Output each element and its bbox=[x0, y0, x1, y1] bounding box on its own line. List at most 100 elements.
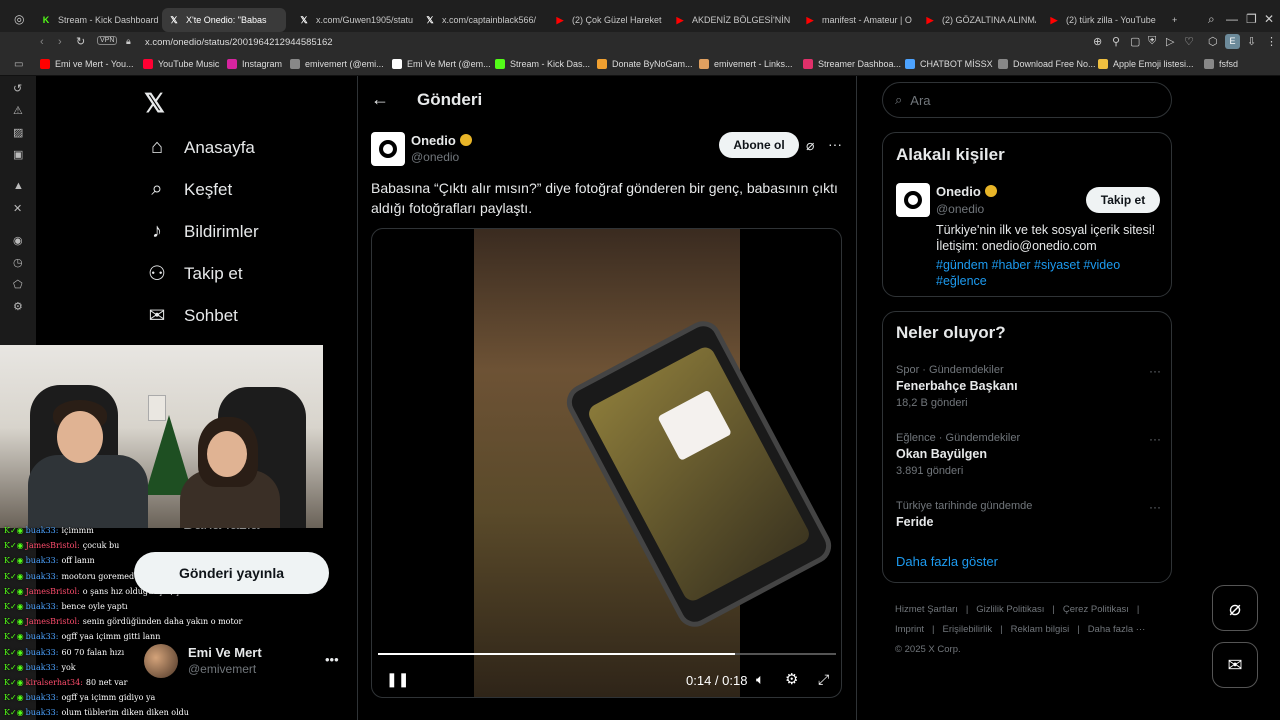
x-logo-icon[interactable]: 𝕏 bbox=[144, 88, 165, 119]
tab[interactable]: ▶ (2) GÖZALTINA ALINMA bbox=[918, 8, 1036, 32]
bookmark-item[interactable]: Donate ByNoGam... bbox=[597, 59, 693, 69]
close-window-icon[interactable]: ✕ bbox=[1264, 12, 1274, 26]
tab[interactable]: 𝕏x.com/captainblack566/ bbox=[418, 8, 542, 32]
sidebar-toggle-icon[interactable]: ▭ bbox=[14, 59, 23, 70]
tool-icon[interactable]: ⚠ bbox=[13, 104, 23, 117]
messages-fab-icon[interactable]: ✉ bbox=[1212, 642, 1258, 688]
pin-icon[interactable]: ⚲ bbox=[1112, 35, 1120, 48]
trend-more-icon[interactable]: ··· bbox=[1149, 364, 1161, 378]
tab[interactable]: ▶ (2) Çok Güzel Hareketle bbox=[548, 8, 662, 32]
bookmark-item[interactable]: fsfsd bbox=[1204, 59, 1238, 69]
clock-icon[interactable]: ◷ bbox=[13, 256, 23, 269]
back-icon[interactable]: ‹ bbox=[40, 36, 44, 48]
volume-icon[interactable]: 🔈︎ bbox=[756, 671, 764, 688]
bookmark-item[interactable]: Apple Emoji listesi... bbox=[1098, 59, 1194, 69]
footer-link[interactable]: Çerez Politikası bbox=[1063, 604, 1129, 615]
bookmark-item[interactable]: Stream - Kick Das... bbox=[495, 59, 590, 69]
heart-icon[interactable]: ♡ bbox=[1184, 35, 1194, 48]
tab[interactable]: ▶ manifest - Amateur | Off bbox=[798, 8, 912, 32]
author-avatar[interactable] bbox=[371, 132, 405, 166]
play-icon[interactable]: ▷ bbox=[1166, 35, 1174, 48]
bookmark-item[interactable]: emivemert - Links... bbox=[699, 59, 793, 69]
nav-item[interactable]: ⌕ Keşfet bbox=[144, 178, 232, 201]
footer-link[interactable]: Erişilebilirlik bbox=[943, 624, 993, 635]
vpn-badge[interactable]: VPN bbox=[97, 36, 118, 45]
notes-icon[interactable]: ▨ bbox=[13, 126, 23, 139]
browser-menu-icon[interactable]: ◎ bbox=[14, 12, 24, 26]
account-more-icon[interactable]: ••• bbox=[325, 652, 339, 667]
history-icon[interactable]: ↺ bbox=[13, 82, 22, 95]
video-settings-icon[interactable]: ⚙ bbox=[785, 670, 798, 688]
search-tabs-icon[interactable]: ⌕ bbox=[1208, 12, 1215, 27]
footer-link[interactable]: Daha fazla ··· bbox=[1088, 624, 1146, 635]
author-name-text[interactable]: Onedio bbox=[411, 133, 456, 148]
grok-icon[interactable]: ⌀ bbox=[806, 137, 814, 154]
video-progress-bar[interactable] bbox=[378, 653, 836, 655]
related-handle[interactable]: @onedio bbox=[936, 202, 984, 216]
post-button[interactable]: Gönderi yayınla bbox=[134, 552, 329, 594]
nav-item[interactable]: ⚇ Takip et bbox=[144, 261, 243, 286]
maximize-icon[interactable]: ❐ bbox=[1246, 12, 1257, 26]
nav-item[interactable]: ⌂ Anasayfa bbox=[144, 136, 255, 159]
puzzle-icon[interactable]: ⬠ bbox=[13, 278, 23, 291]
reload-icon[interactable]: ↻ bbox=[76, 35, 85, 48]
tab[interactable]: 𝕏 X'te Onedio: "Babas bbox=[162, 8, 286, 32]
author-handle[interactable]: @onedio bbox=[411, 150, 459, 164]
new-tab-button[interactable]: + bbox=[1166, 8, 1177, 32]
bookmark-item[interactable]: Emi ve Mert - You... bbox=[40, 59, 134, 69]
shield-icon[interactable]: ⛨ bbox=[1148, 35, 1156, 48]
trend-more-icon[interactable]: ··· bbox=[1149, 500, 1161, 514]
nav-item[interactable]: ✉ Sohbet bbox=[144, 303, 238, 328]
search-input[interactable]: ⌕ Ara bbox=[882, 82, 1172, 118]
tab[interactable]: 𝕏x.com/Guwen1905/statu bbox=[292, 8, 414, 32]
bookmark-item[interactable]: Emi Ve Mert (@em... bbox=[392, 59, 491, 69]
back-arrow-icon[interactable]: ← bbox=[371, 89, 389, 110]
footer-link[interactable]: Imprint bbox=[895, 624, 924, 635]
trend-more-icon[interactable]: ··· bbox=[1149, 432, 1161, 446]
tab[interactable]: K Stream - Kick Dashboard bbox=[34, 8, 158, 32]
footer-link[interactable]: Gizlilik Politikası bbox=[976, 604, 1044, 615]
bookmark-item[interactable]: YouTube Music bbox=[143, 59, 219, 69]
account-avatar[interactable] bbox=[144, 644, 178, 678]
browser-menu-dots-icon[interactable]: ⋮ bbox=[1266, 35, 1277, 48]
extensions-icon[interactable]: ⬡ bbox=[1208, 35, 1218, 48]
zoom-icon[interactable]: ⊕ bbox=[1093, 35, 1102, 48]
bookmark-item[interactable]: Instagram bbox=[227, 59, 282, 69]
bookmark-item[interactable]: CHATBOT MİSSX bbox=[905, 59, 993, 69]
related-name[interactable]: Onedio bbox=[936, 184, 997, 199]
more-options-icon[interactable]: ··· bbox=[828, 136, 842, 152]
pause-icon[interactable]: ❚❚ bbox=[386, 671, 409, 688]
trend-item[interactable]: Eğlence · Gündemdekiler Okan Bayülgen 3.89… bbox=[896, 432, 1161, 477]
nav-item[interactable]: ♪ Bildirimler bbox=[144, 220, 259, 243]
subscribe-button[interactable]: Abone ol bbox=[719, 132, 799, 158]
record-icon[interactable]: ◉ bbox=[13, 234, 23, 247]
footer-link[interactable]: © 2025 X Corp. bbox=[895, 644, 961, 655]
bookmark-item[interactable]: Streamer Dashboa... bbox=[803, 59, 901, 69]
forward-icon[interactable]: › bbox=[58, 36, 62, 48]
video-player[interactable]: ❚❚ 0:14 / 0:18 🔈︎ ⚙ ⤢ bbox=[371, 228, 842, 698]
bookmark-item[interactable]: emivemert (@emi... bbox=[290, 59, 384, 69]
tab[interactable]: ▶ AKDENİZ BÖLGESİ'NİN E bbox=[668, 8, 792, 32]
show-more-link[interactable]: Daha fazla göster bbox=[896, 554, 998, 569]
url-field[interactable]: x.com/onedio/status/2001964212944585162 bbox=[145, 37, 333, 48]
footer-link[interactable]: Hizmet Şartları bbox=[895, 604, 958, 615]
bookmark-item[interactable]: Download Free No... bbox=[998, 59, 1096, 69]
related-hashtags[interactable]: #gündem #haber #siyaset #video #eğlence bbox=[936, 257, 1161, 289]
snapshot-icon[interactable]: ▢ bbox=[1130, 35, 1140, 48]
fullscreen-icon[interactable]: ⤢ bbox=[818, 671, 829, 688]
minimize-icon[interactable]: — bbox=[1226, 12, 1238, 26]
mail-app-icon[interactable]: ▣ bbox=[13, 148, 23, 161]
tab[interactable]: ▶ (2) türk zilla - YouTube bbox=[1042, 8, 1162, 32]
trend-item[interactable]: Spor · Gündemdekiler Fenerbahçe Başkanı 18… bbox=[896, 364, 1161, 409]
related-name-text[interactable]: Onedio bbox=[936, 184, 981, 199]
video-frame[interactable] bbox=[474, 229, 838, 697]
follow-button[interactable]: Takip et bbox=[1086, 187, 1160, 213]
author-name[interactable]: Onedio bbox=[411, 133, 472, 148]
download-icon[interactable]: ⇩ bbox=[1247, 35, 1256, 48]
profile-avatar[interactable]: E bbox=[1225, 34, 1240, 49]
x-app-icon[interactable]: ✕ bbox=[13, 202, 22, 215]
footer-link[interactable]: Reklam bilgisi bbox=[1011, 624, 1070, 635]
related-avatar[interactable] bbox=[896, 183, 930, 217]
grok-fab-icon[interactable]: ⌀ bbox=[1212, 585, 1258, 631]
trend-item[interactable]: Türkiye tarihinde gündemde Feride ··· bbox=[896, 500, 1161, 533]
